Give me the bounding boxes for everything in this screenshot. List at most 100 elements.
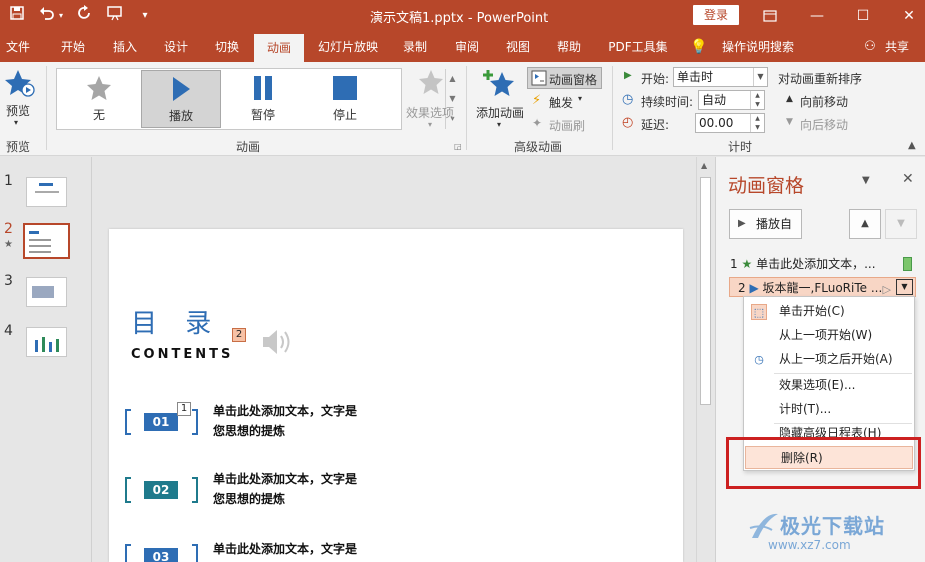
close-icon[interactable]: ✕ [886, 0, 925, 32]
thumb-image-mark [32, 286, 54, 298]
pane-close-icon[interactable]: ✕ [902, 171, 914, 187]
preview-dropdown-icon[interactable]: ▾ [14, 118, 18, 127]
animation-none[interactable]: 无 [59, 70, 139, 128]
tab-help[interactable]: 帮助 [548, 32, 590, 62]
preview-button[interactable]: 预览 [6, 102, 30, 119]
gallery-up-icon[interactable]: ▲ [446, 69, 459, 89]
present-from-start-icon[interactable] [104, 5, 126, 27]
maximize-icon[interactable]: ☐ [840, 0, 886, 32]
menu-item-with-previous[interactable]: 从上一项开始(W) [744, 324, 914, 347]
slide-thumbnail-2[interactable] [23, 223, 70, 259]
tab-insert[interactable]: 插入 [104, 32, 146, 62]
minimize-icon[interactable]: — [794, 0, 840, 32]
menu-item-on-click[interactable]: ⬚ 单击开始(C) [744, 300, 914, 323]
menu-item-timing[interactable]: 计时(T)... [744, 398, 914, 421]
chevron-down-icon[interactable]: ▼ [753, 68, 767, 86]
effect-options-star-icon [417, 68, 445, 96]
tab-transitions[interactable]: 切换 [206, 32, 248, 62]
add-animation-dropdown-icon[interactable]: ▾ [497, 120, 501, 129]
document-title: 演示文稿1.pptx - PowerPoint [370, 11, 549, 26]
tab-view[interactable]: 视图 [497, 32, 539, 62]
customize-quick-access-icon[interactable]: ▾ [134, 5, 156, 27]
animation-none-label: 无 [92, 108, 105, 122]
duration-field[interactable]: 自动 ▲ ▼ [698, 90, 765, 110]
item-text[interactable]: 单击此处添加文本，文字是 您思想的提炼 [213, 401, 357, 441]
item-text[interactable]: 单击此处添加文本，文字是 您思想的提炼 [213, 469, 357, 509]
save-icon[interactable] [6, 5, 28, 27]
effect-options-dropdown-icon[interactable]: ▾ [428, 120, 432, 129]
tab-home[interactable]: 开始 [52, 32, 94, 62]
menu-item-label: 从上一项之后开始(A) [779, 352, 893, 366]
slide-thumbnail-4[interactable] [26, 327, 67, 357]
add-animation-button[interactable]: 添加动画 [476, 104, 524, 121]
pane-options-dropdown-icon[interactable]: ▼ [862, 175, 870, 186]
scroll-up-icon[interactable]: ▲ [701, 161, 707, 170]
item-dropdown-icon[interactable]: ▼ [896, 279, 913, 295]
effect-options-button[interactable]: 效果选项 [406, 104, 454, 121]
tab-pdf-tools[interactable]: PDF工具集 [603, 32, 673, 62]
slide-thumbnail-3[interactable] [26, 277, 67, 307]
scrollbar-thumb[interactable] [700, 177, 711, 405]
preview-star-icon[interactable] [4, 68, 36, 98]
start-icon: ▶ [624, 70, 632, 81]
animation-item-text: 坂本龍一,FLuoRiTe ... [762, 281, 883, 295]
animation-list-item-selected[interactable]: 2 ▶ 坂本龍一,FLuoRiTe ... ▷ ▼ [729, 277, 916, 297]
slide-title[interactable]: 目 录 [131, 303, 221, 340]
delay-field[interactable]: 00.00 ▲ ▼ [695, 113, 765, 133]
duration-clock-icon: ◷ [622, 92, 634, 107]
ribbon-display-options-icon[interactable] [747, 0, 793, 32]
tab-animations[interactable]: 动画 [254, 34, 304, 62]
move-later-button[interactable]: 向后移动 [800, 116, 848, 133]
editor-scrollbar[interactable]: ▲ [696, 157, 714, 562]
undo-icon[interactable] [36, 5, 58, 27]
tab-design[interactable]: 设计 [155, 32, 197, 62]
group-label-timing: 计时 [728, 140, 753, 154]
start-select-value: 单击时 [677, 70, 714, 84]
trigger-dropdown-icon[interactable]: ▾ [578, 94, 582, 103]
share-button[interactable]: 共享 [880, 32, 914, 62]
animation-gallery: 无 播放 暂停 停止 ▲ ▼ ▾ [56, 68, 456, 130]
item-line: 您思想的提炼 [213, 424, 286, 438]
undo-dropdown-icon[interactable]: ▾ [56, 5, 66, 27]
watermark-brand: 极光下载站 [780, 514, 885, 538]
animation-painter-button[interactable]: 动画刷 [549, 117, 585, 134]
menu-item-after-previous[interactable]: ◷ 从上一项之后开始(A) [744, 348, 914, 371]
redo-icon[interactable] [74, 5, 96, 27]
duration-spinner-icon[interactable]: ▲ ▼ [750, 91, 764, 109]
animation-tag: 2 [232, 328, 246, 342]
group-label-preview: 预览 [6, 140, 31, 154]
animation-stop[interactable]: 停止 [305, 70, 385, 128]
duration-label: 持续时间: [641, 95, 694, 109]
tab-review[interactable]: 审阅 [446, 32, 488, 62]
trigger-button[interactable]: 触发 [549, 94, 573, 111]
play-icon: ▶ [738, 218, 746, 229]
reorder-label: 对动画重新排序 [778, 72, 863, 86]
slide-canvas[interactable]: 目 录 2 CONTENTS 01 1 单击此处添加文本，文字是 您思想的提炼 … [109, 229, 683, 562]
move-earlier-button[interactable]: 向前移动 [800, 93, 848, 110]
animation-dialog-launcher-icon[interactable]: ◲ [454, 142, 462, 151]
delay-spinner-icon[interactable]: ▲ ▼ [750, 114, 764, 132]
slide-subtitle[interactable]: CONTENTS [131, 347, 233, 362]
add-animation-icon[interactable] [482, 68, 516, 98]
tab-file[interactable]: 文件 [0, 32, 36, 62]
item-number-badge: 01 [144, 413, 178, 431]
slide-thumbnail-1[interactable] [26, 177, 67, 207]
tell-me-search[interactable]: 操作说明搜索 [716, 32, 800, 62]
animation-pause[interactable]: 暂停 [223, 70, 303, 128]
tab-record[interactable]: 录制 [394, 32, 436, 62]
tab-slideshow[interactable]: 幻灯片放映 [313, 32, 383, 62]
animation-list-item[interactable]: 1 ★ 单击此处添加文本，... [730, 254, 916, 274]
start-select[interactable]: 单击时 ▼ [673, 67, 768, 87]
duration-value: 自动 [702, 93, 727, 107]
speaker-icon[interactable] [261, 327, 295, 357]
play-from-button[interactable]: ▶ 播放自 [729, 209, 802, 239]
collapse-ribbon-icon[interactable]: ▲ [908, 140, 916, 151]
login-button[interactable]: 登录 [693, 5, 739, 25]
bracket-left [125, 477, 131, 503]
item-text[interactable]: 单击此处添加文本，文字是 [213, 539, 357, 559]
move-up-button[interactable]: ▲ [849, 209, 881, 239]
bracket-left [125, 409, 131, 435]
animation-play-label: 播放 [168, 109, 193, 123]
menu-item-effect-options[interactable]: 效果选项(E)... [744, 374, 914, 397]
animation-play[interactable]: 播放 [141, 70, 221, 128]
